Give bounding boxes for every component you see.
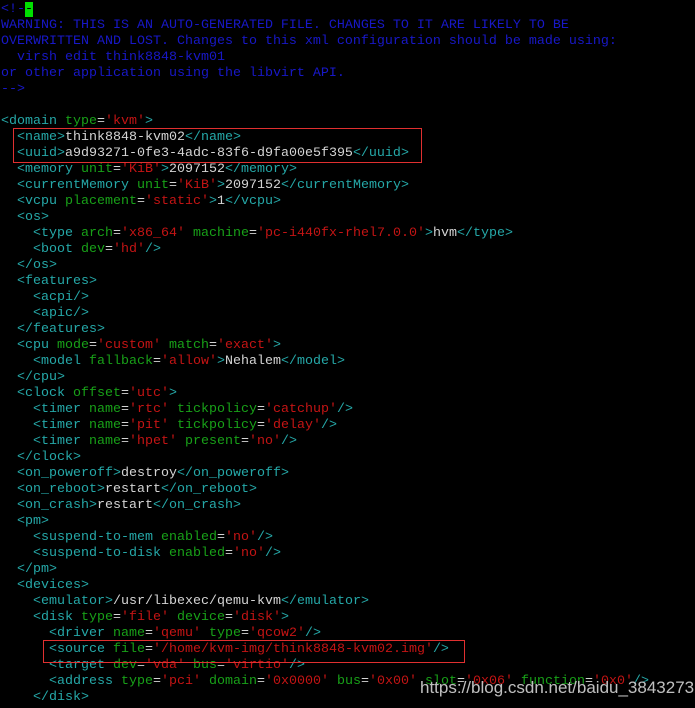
code-line: <driver name='qemu' type='qcow2'/> bbox=[49, 626, 321, 641]
code-line: <acpi/> bbox=[1, 290, 89, 305]
code-line: <emulator>/usr/libexec/qemu-kvm</emulato… bbox=[33, 594, 369, 609]
code-line: <cpu mode='custom' match='exact'> bbox=[17, 338, 281, 353]
comment-line: virsh edit think8848-kvm01 bbox=[1, 50, 225, 65]
code-line: <on_reboot>restart</on_reboot> bbox=[17, 482, 257, 497]
code-line: <domain type='kvm'> bbox=[1, 114, 153, 129]
code-line: <on_poweroff>destroy</on_poweroff> bbox=[17, 466, 289, 481]
comment-line: WARNING: THIS IS AN AUTO-GENERATED FILE.… bbox=[1, 18, 569, 33]
code-line: </clock> bbox=[1, 450, 81, 465]
code-line: <name>think8848-kvm02</name> bbox=[17, 130, 241, 145]
code-line: <currentMemory unit='KiB'>2097152</curre… bbox=[17, 178, 409, 193]
comment-line: or other application using the libvirt A… bbox=[1, 66, 345, 81]
code-line: <source file='/home/kvm-img/think8848-kv… bbox=[49, 642, 449, 657]
code-line: <suspend-to-disk enabled='no'/> bbox=[33, 546, 281, 561]
code-line: </pm> bbox=[1, 562, 57, 577]
cursor: - bbox=[25, 2, 33, 17]
code-line: </cpu> bbox=[1, 370, 65, 385]
code-line: <pm> bbox=[1, 514, 49, 529]
vim-editor[interactable]: <!-- WARNING: THIS IS AN AUTO-GENERATED F… bbox=[1, 2, 649, 706]
code-line: <uuid>a9d93271-0fe3-4adc-83f6-d9fa00e5f3… bbox=[17, 146, 409, 161]
code-line: <timer name='rtc' tickpolicy='catchup'/> bbox=[33, 402, 353, 417]
code-line: <timer name='pit' tickpolicy='delay'/> bbox=[33, 418, 337, 433]
comment-line: <!-- bbox=[1, 2, 33, 17]
code-line: <suspend-to-mem enabled='no'/> bbox=[33, 530, 273, 545]
code-line: <clock offset='utc'> bbox=[17, 386, 177, 401]
code-line: <on_crash>restart</on_crash> bbox=[17, 498, 241, 513]
code-line: <apic/> bbox=[1, 306, 89, 321]
comment-line: OVERWRITTEN AND LOST. Changes to this xm… bbox=[1, 34, 617, 49]
code-line: <timer name='hpet' present='no'/> bbox=[33, 434, 297, 449]
code-line: </features> bbox=[1, 322, 105, 337]
code-line: <features> bbox=[1, 274, 97, 289]
code-line: <model fallback='allow'>Nehalem</model> bbox=[33, 354, 345, 369]
code-line: <type arch='x86_64' machine='pc-i440fx-r… bbox=[33, 226, 513, 241]
code-line: <vcpu placement='static'>1</vcpu> bbox=[17, 194, 281, 209]
comment-line: --> bbox=[1, 82, 25, 97]
code-line: <disk type='file' device='disk'> bbox=[33, 610, 289, 625]
watermark: https://blog.csdn.net/baidu_38432732 bbox=[420, 678, 695, 697]
code-line: </os> bbox=[1, 258, 57, 273]
code-line: <os> bbox=[1, 210, 49, 225]
code-line: <memory unit='KiB'>2097152</memory> bbox=[17, 162, 297, 177]
code-line: <boot dev='hd'/> bbox=[33, 242, 161, 257]
code-line: <devices> bbox=[1, 578, 89, 593]
code-line: <target dev='vda' bus='virtio'/> bbox=[49, 658, 305, 673]
